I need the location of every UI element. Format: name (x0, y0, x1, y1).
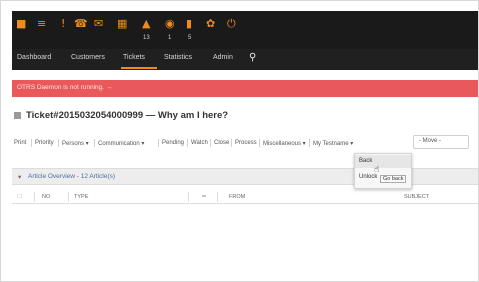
column-header-type[interactable]: TYPE (74, 194, 88, 200)
main-nav: Dashboard Customers Tickets Statistics A… (12, 49, 478, 70)
mail-icon[interactable]: ✉ (94, 18, 103, 30)
app-frame: ■ ≡ ! ☎ ✉ ▦ ▲ 13 ◉ 1 ▮ 5 ✿ ⏻ Dashboard C… (0, 0, 479, 282)
action-separator (58, 139, 59, 147)
tooltip: Go back (380, 175, 407, 183)
action-print[interactable]: Print (14, 140, 26, 146)
action-miscellaneous[interactable]: Miscellaneous ▾ (263, 140, 306, 147)
lock-icon[interactable]: ▲ (142, 18, 150, 30)
nav-item-dashboard[interactable]: Dashboard (17, 54, 51, 61)
select-all-icon[interactable]: ☐ (17, 194, 22, 200)
article-overview-title: Article Overview - 12 Article(s) (28, 173, 116, 180)
eye-icon[interactable]: ◉ (165, 18, 175, 30)
daemon-alert[interactable]: OTRS Daemon is not running. → (12, 80, 478, 97)
action-process[interactable]: Process (235, 140, 257, 146)
column-separator (34, 192, 35, 202)
alert-icon[interactable]: ! (61, 18, 65, 30)
nav-item-admin[interactable]: Admin (213, 54, 233, 61)
article-table-header: ☐ NO TYPE ═ FROM SUBJECT (12, 191, 478, 204)
notepad-badge: 5 (188, 35, 192, 41)
collapse-caret-icon[interactable]: ▾ (18, 173, 21, 181)
column-separator (217, 192, 218, 202)
nav-item-customers[interactable]: Customers (71, 54, 105, 61)
action-separator (309, 139, 310, 147)
action-watch[interactable]: Watch (191, 140, 208, 146)
search-icon[interactable]: ⚲ (249, 52, 256, 63)
ticket-icon (14, 112, 21, 119)
lock-badge: 13 (143, 35, 150, 41)
action-separator (210, 139, 211, 147)
my-testname-dropdown: Back Unlock (354, 153, 412, 189)
folder-icon[interactable]: ■ (16, 18, 26, 30)
nav-item-tickets[interactable]: Tickets (123, 54, 145, 61)
action-separator (94, 139, 95, 147)
column-header-from[interactable]: FROM (229, 194, 245, 200)
dropdown-item-back[interactable]: Back (355, 155, 411, 168)
action-separator (31, 139, 32, 147)
pointer-cursor-icon: ☝ (374, 165, 380, 175)
eye-badge: 1 (168, 35, 172, 41)
action-priority[interactable]: Priority (35, 140, 54, 146)
action-separator (259, 139, 260, 147)
grid-icon[interactable]: ▦ (117, 18, 127, 30)
action-separator (158, 139, 159, 147)
ticket-title: Ticket#2015032054000999 — Why am I here? (26, 110, 229, 121)
column-separator (188, 192, 189, 202)
notepad-icon[interactable]: ▮ (186, 18, 192, 30)
action-persons[interactable]: Persons ▾ (62, 140, 89, 147)
column-header-no[interactable]: NO (42, 194, 50, 200)
column-header-subject[interactable]: SUBJECT (404, 194, 429, 200)
column-separator (68, 192, 69, 202)
nav-item-statistics[interactable]: Statistics (164, 54, 192, 61)
action-my-testname[interactable]: My Testname ▾ (313, 140, 353, 147)
dropdown-item-back-label: Back (359, 158, 373, 164)
list-icon[interactable]: ≡ (37, 18, 46, 30)
top-toolbar: ■ ≡ ! ☎ ✉ ▦ ▲ 13 ◉ 1 ▮ 5 ✿ ⏻ (12, 11, 478, 49)
phone-icon[interactable]: ☎ (74, 18, 88, 30)
move-select[interactable]: - Move - (413, 135, 469, 149)
alert-text[interactable]: OTRS Daemon is not running. → (17, 84, 112, 91)
move-select-value: - Move - (419, 138, 442, 144)
action-separator (187, 139, 188, 147)
action-communication[interactable]: Communication ▾ (98, 140, 144, 147)
action-close[interactable]: Close (214, 140, 229, 146)
power-icon[interactable]: ⏻ (227, 18, 236, 30)
gear-icon[interactable]: ✿ (206, 18, 215, 30)
action-separator (231, 139, 232, 147)
attachment-column-icon[interactable]: ═ (202, 194, 206, 200)
nav-active-indicator (121, 67, 157, 69)
action-pending[interactable]: Pending (162, 140, 184, 146)
